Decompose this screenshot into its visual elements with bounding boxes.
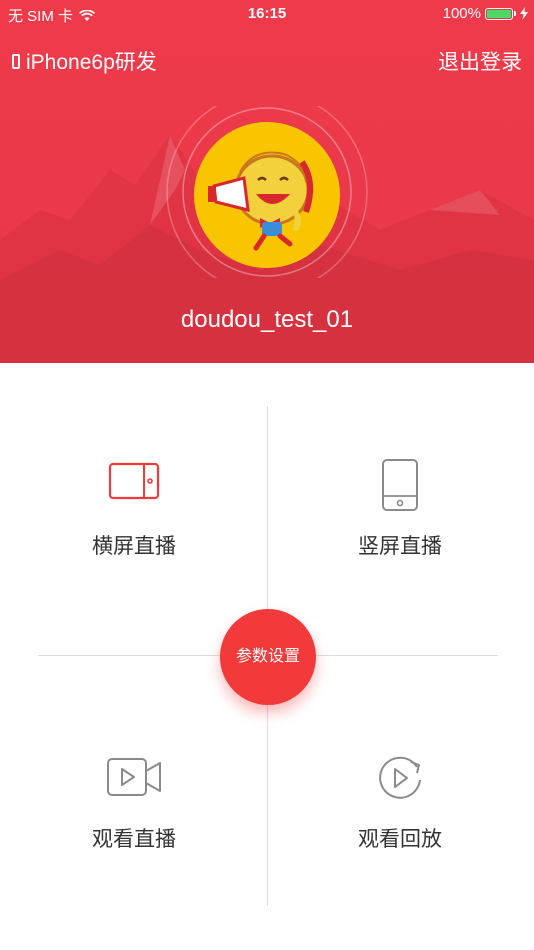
landscape-live-label: 横屏直播 [92, 535, 176, 558]
watch-live-button[interactable]: 观看直播 [24, 735, 244, 935]
landscape-phone-icon [108, 462, 160, 500]
video-camera-icon [107, 758, 161, 796]
device-title: iPhone6p研发 [12, 46, 157, 76]
username: doudou_test_01 [180, 306, 354, 333]
watch-replay-label: 观看回放 [358, 828, 442, 851]
charging-bolt-icon [520, 7, 528, 20]
avatar[interactable] [194, 122, 340, 268]
nav-bar: iPhone6p研发 退出登录 [0, 44, 534, 78]
portrait-live-label: 竖屏直播 [358, 535, 442, 558]
portrait-phone-icon [382, 459, 418, 511]
settings-button[interactable]: 参数设置 [220, 609, 316, 705]
mascot-avatar-image [208, 151, 314, 251]
battery-icon [485, 7, 513, 20]
logout-button[interactable]: 退出登录 [438, 46, 522, 76]
phone-icon [12, 53, 20, 69]
profile-header: 无 SIM 卡 16:15 100% iPhone6p研发 退出登录 doudo… [0, 0, 534, 363]
battery-level [487, 9, 511, 18]
device-name-text: iPhone6p研发 [26, 51, 157, 74]
landscape-live-button[interactable]: 横屏直播 [24, 440, 244, 640]
watch-replay-button[interactable]: 观看回放 [290, 735, 510, 935]
watch-live-label: 观看直播 [92, 828, 176, 851]
status-bar: 无 SIM 卡 16:15 100% [0, 0, 534, 28]
replay-icon [379, 756, 421, 799]
battery-percent: 100% [442, 5, 481, 22]
portrait-live-button[interactable]: 竖屏直播 [290, 440, 510, 640]
